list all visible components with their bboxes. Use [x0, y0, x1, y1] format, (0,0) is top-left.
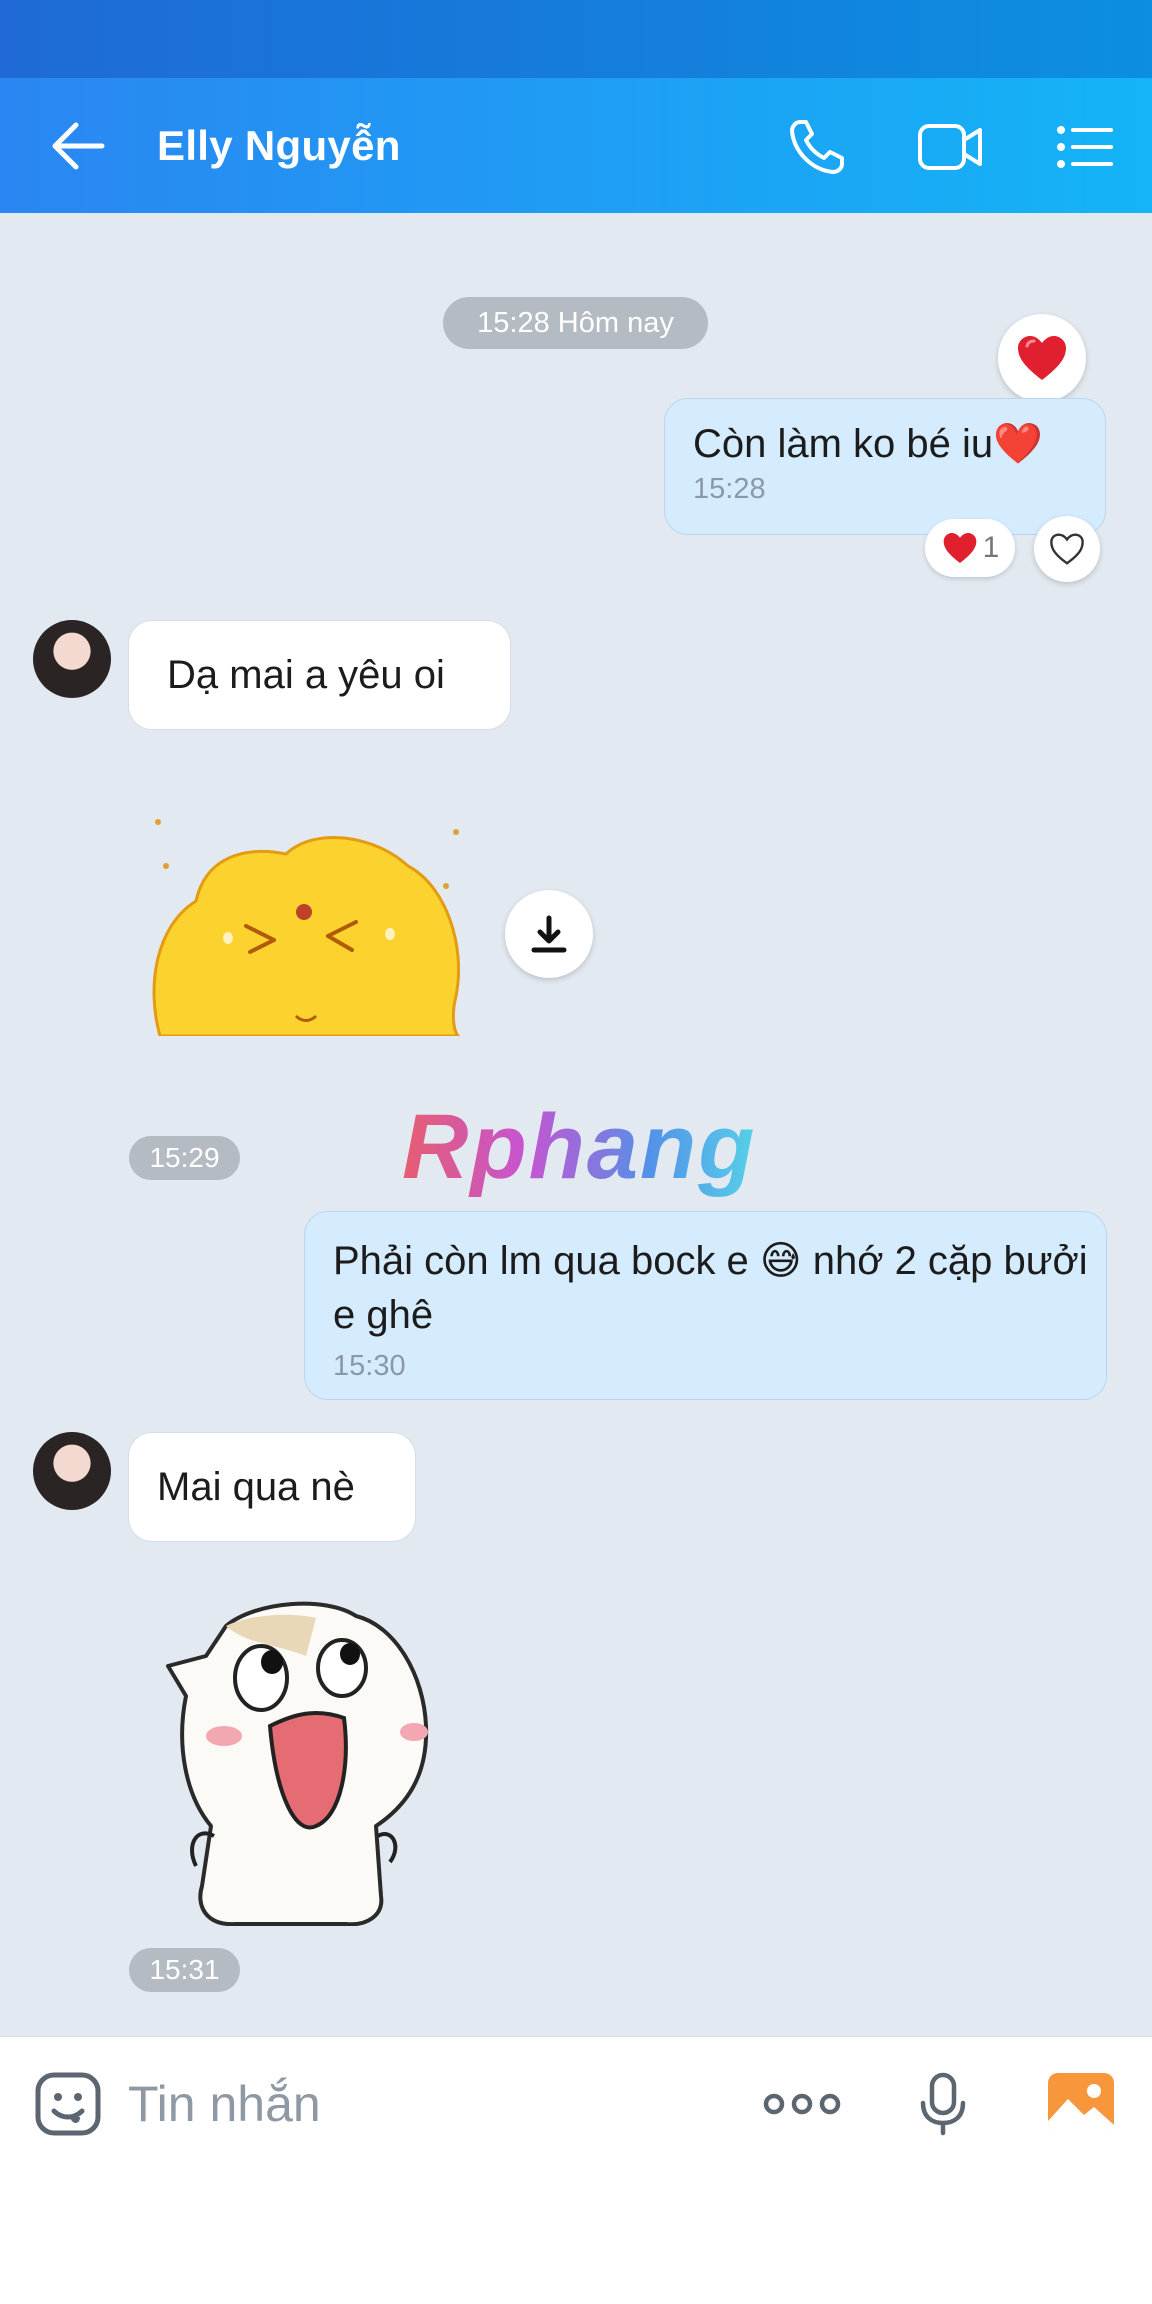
white-cat-laughing-sticker[interactable]	[166, 1596, 436, 1926]
chat-header: Elly Nguyễn	[0, 78, 1152, 213]
react-button[interactable]	[1034, 516, 1100, 582]
heart-outline-icon	[1050, 533, 1084, 565]
message-composer: Tin nhắn	[0, 2036, 1152, 2304]
reaction-count: 1	[982, 531, 1000, 564]
back-arrow-icon[interactable]	[48, 118, 108, 174]
message-time: 15:30	[333, 1350, 406, 1382]
status-bar	[0, 0, 1152, 78]
watermark: Rphang	[402, 1096, 757, 1198]
emoji-icon[interactable]	[34, 2071, 104, 2137]
reaction-heart-button[interactable]	[998, 314, 1086, 402]
microphone-icon[interactable]	[918, 2071, 968, 2137]
message-bubble-sent[interactable]: Còn làm ko bé iu❤️ 15:28	[664, 398, 1106, 535]
contact-avatar[interactable]	[33, 1432, 111, 1510]
heart-icon	[943, 533, 976, 563]
message-bubble-sent[interactable]: Phải còn lm qua bock e 😅 nhớ 2 cặp bưởi …	[304, 1211, 1107, 1400]
yellow-blob-sticker[interactable]	[146, 806, 466, 1036]
message-bubble-received[interactable]: Mai qua nè	[128, 1432, 416, 1542]
download-sticker-button[interactable]	[505, 890, 593, 978]
message-bubble-received[interactable]: Dạ mai a yêu oi	[128, 620, 511, 730]
sticker-time: 15:29	[129, 1136, 240, 1180]
reaction-count-badge[interactable]: 1	[925, 519, 1015, 577]
more-icon[interactable]	[762, 2089, 842, 2119]
message-text: Dạ mai a yêu oi	[167, 653, 445, 697]
phone-icon[interactable]	[786, 116, 848, 178]
download-icon	[531, 915, 567, 953]
message-input[interactable]: Tin nhắn	[128, 2075, 321, 2133]
message-time: 15:28	[693, 473, 766, 505]
image-icon[interactable]	[1046, 2071, 1116, 2135]
contact-avatar[interactable]	[33, 620, 111, 698]
menu-list-icon[interactable]	[1055, 116, 1115, 178]
message-text: Phải còn lm qua bock e 😅 nhớ 2 cặp bưởi …	[333, 1239, 1088, 1337]
message-text: Mai qua nè	[157, 1465, 355, 1509]
video-call-icon[interactable]	[916, 116, 986, 178]
message-text: Còn làm ko bé iu❤️	[693, 422, 1043, 466]
contact-name[interactable]: Elly Nguyễn	[157, 122, 401, 170]
sticker-time: 15:31	[129, 1948, 240, 1992]
date-separator: 15:28 Hôm nay	[443, 297, 708, 349]
heart-icon	[1018, 336, 1066, 380]
